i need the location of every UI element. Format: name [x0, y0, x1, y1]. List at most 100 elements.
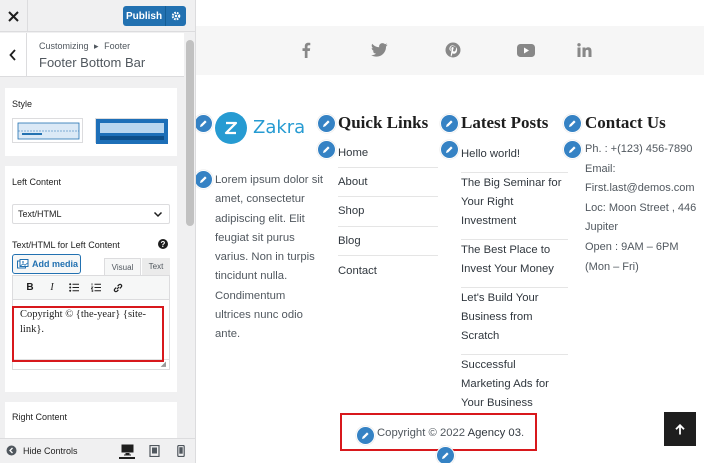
- linkedin-link[interactable]: [573, 39, 595, 61]
- desktop-preview-button[interactable]: [119, 443, 135, 459]
- customizer-footer: Hide Controls: [0, 438, 195, 463]
- link-icon: [113, 283, 123, 292]
- edit-quick-links-title-button[interactable]: [317, 114, 336, 133]
- social-icons-bar: [196, 26, 704, 75]
- pencil-icon: [446, 120, 453, 127]
- tablet-preview-button[interactable]: [146, 443, 162, 459]
- site-preview: Zakra Lorem ipsum dolor sit amet, consec…: [196, 0, 704, 463]
- breadcrumb: Customizing ▸ Footer: [39, 41, 130, 52]
- publish-settings-button[interactable]: [165, 6, 186, 26]
- mobile-icon: [177, 445, 185, 457]
- back-button[interactable]: [0, 33, 27, 77]
- hide-controls-label: Hide Controls: [23, 445, 78, 456]
- quick-link-shop[interactable]: Shop: [338, 197, 438, 227]
- scroll-to-top-button[interactable]: [664, 412, 696, 446]
- layout-style-1[interactable]: [12, 118, 83, 143]
- latest-posts-list: Hello world! The Big Seminar for Your Ri…: [461, 144, 568, 421]
- youtube-link[interactable]: [515, 39, 537, 61]
- layout-style-2[interactable]: [95, 118, 168, 144]
- pencil-icon: [569, 146, 576, 153]
- zakra-logo-icon[interactable]: [215, 112, 247, 144]
- collapse-icon: [6, 445, 17, 456]
- quick-link-blog[interactable]: Blog: [338, 227, 438, 256]
- style-label: Style: [12, 99, 33, 109]
- text-html-label: Text/HTML for Left Content: [12, 240, 120, 250]
- latest-post-5[interactable]: Successful Marketing Ads for Your Busine…: [461, 355, 568, 421]
- pinterest-link[interactable]: [442, 39, 464, 61]
- facebook-icon: [302, 42, 311, 58]
- numbered-list-icon: [91, 283, 101, 292]
- publish-button[interactable]: Publish: [123, 6, 186, 26]
- pencil-icon: [323, 146, 330, 153]
- facebook-link[interactable]: [295, 39, 317, 61]
- edit-latest-posts-title-button[interactable]: [440, 114, 459, 133]
- section-header: Customizing ▸ Footer Footer Bottom Bar: [0, 33, 184, 77]
- bullet-list-icon: [69, 283, 79, 292]
- media-icon: [17, 258, 29, 268]
- quick-links-title: Quick Links: [338, 113, 429, 132]
- right-content-panel: Right Content: [5, 402, 177, 442]
- gear-icon: [171, 11, 181, 21]
- desktop-icon: [121, 444, 133, 456]
- edit-about-button[interactable]: [196, 170, 213, 189]
- edit-bottom-bar-button[interactable]: [436, 446, 455, 463]
- add-media-button[interactable]: Add media: [12, 254, 81, 274]
- bullet-list-button[interactable]: [63, 278, 85, 298]
- edit-latest-posts-button[interactable]: [440, 140, 459, 159]
- bold-button[interactable]: B: [19, 278, 41, 298]
- mobile-preview-button[interactable]: [173, 443, 189, 459]
- quick-link-contact[interactable]: Contact: [338, 256, 438, 285]
- layout-1-thumbnail: [17, 122, 80, 140]
- add-media-label: Add media: [32, 259, 79, 269]
- help-icon[interactable]: ?: [158, 239, 168, 249]
- highlight-left-content-editor: [12, 306, 164, 362]
- twitter-icon: [370, 43, 387, 57]
- pencil-icon: [442, 452, 449, 459]
- left-content-value: Text/HTML: [18, 209, 62, 219]
- chevron-left-icon: [9, 49, 16, 61]
- edit-quick-links-menu-button[interactable]: [317, 140, 336, 159]
- breadcrumb-parent: Footer: [104, 41, 131, 51]
- latest-post-2[interactable]: The Big Seminar for Your Right Investmen…: [461, 173, 568, 240]
- contact-location: Loc: Moon Street , 446 Jupiter: [585, 201, 697, 234]
- contact-phone: Ph. : +(123) 456-7890: [585, 143, 693, 155]
- edit-logo-button[interactable]: [196, 114, 213, 133]
- hide-controls-button[interactable]: Hide Controls: [6, 445, 78, 456]
- sidebar-scroll-thumb[interactable]: [186, 40, 194, 226]
- layout-2-thumbnail: [96, 119, 168, 144]
- right-content-label: Right Content: [12, 412, 68, 422]
- quick-link-home[interactable]: Home: [338, 144, 438, 168]
- close-customizer-button[interactable]: [0, 0, 28, 32]
- logo-z-icon: [224, 121, 238, 135]
- contact-email: Email: First.last@demos.com: [585, 162, 695, 195]
- arrow-up-icon: [675, 423, 685, 434]
- left-content-select[interactable]: Text/HTML: [12, 204, 170, 224]
- pinterest-icon: [445, 42, 461, 58]
- latest-posts-title: Latest Posts: [461, 113, 549, 132]
- style-panel: Style: [5, 88, 177, 156]
- edit-contact-button[interactable]: [563, 140, 582, 159]
- site-logo-text[interactable]: Zakra: [253, 117, 305, 138]
- contact-details: Ph. : +(123) 456-7890 Email: First.last@…: [585, 140, 700, 277]
- twitter-link[interactable]: [368, 39, 390, 61]
- customizer-header: Publish: [0, 0, 195, 32]
- numbered-list-button[interactable]: [85, 278, 107, 298]
- linkedin-icon: [576, 43, 591, 57]
- link-button[interactable]: [107, 278, 129, 298]
- tab-text[interactable]: Text: [142, 258, 170, 275]
- breadcrumb-separator: ▸: [94, 41, 99, 51]
- italic-button[interactable]: I: [41, 278, 63, 298]
- breadcrumb-root: Customizing: [39, 41, 89, 51]
- section-title: Footer Bottom Bar: [39, 55, 146, 70]
- latest-post-1[interactable]: Hello world!: [461, 144, 568, 173]
- edit-contact-title-button[interactable]: [563, 114, 582, 133]
- tab-visual[interactable]: Visual: [104, 258, 141, 275]
- pencil-icon: [323, 120, 330, 127]
- chevron-down-icon: [153, 211, 163, 218]
- close-icon: [8, 10, 19, 22]
- quick-link-about[interactable]: About: [338, 168, 438, 198]
- latest-post-4[interactable]: Let's Build Your Business from Scratch: [461, 288, 568, 355]
- pencil-icon: [569, 120, 576, 127]
- latest-post-3[interactable]: The Best Place to Invest Your Money: [461, 240, 568, 288]
- editor-toolbar: B I: [12, 275, 170, 300]
